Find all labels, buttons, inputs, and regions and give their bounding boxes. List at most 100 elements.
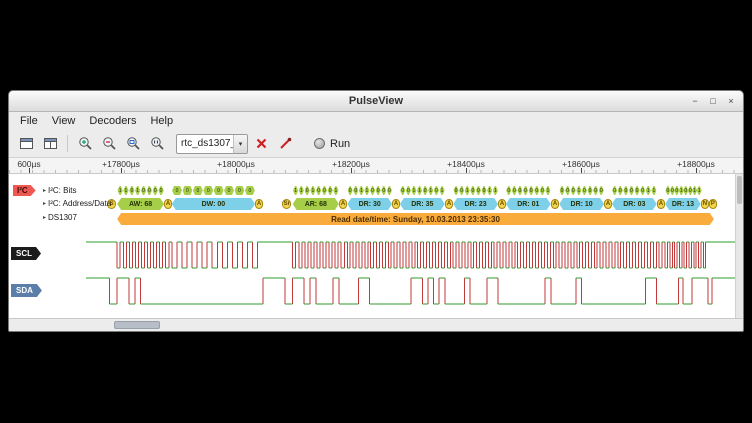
annotation-bit: 0 [560, 186, 565, 195]
close-file-icon [255, 137, 268, 150]
channel-tag-sda[interactable]: SDA [11, 284, 42, 297]
run-button[interactable]: Run [306, 133, 358, 155]
decoder-row-bits: 1101000000000000110100010011000000110101… [86, 186, 736, 195]
annotation-bit: 0 [529, 186, 534, 195]
trace-view[interactable]: 1101000000000000110100010011000000110101… [9, 174, 743, 318]
menu-view[interactable]: View [45, 114, 83, 128]
annotation-bit: 0 [582, 186, 587, 195]
annotation-bit: 0 [565, 186, 570, 195]
annotation-bit: 1 [118, 186, 123, 195]
annotation-bit: 1 [679, 186, 684, 195]
new-session-button[interactable] [15, 133, 37, 155]
annotation-bit: 0 [328, 186, 333, 195]
annotation-bit: 0 [235, 186, 245, 195]
run-label: Run [330, 138, 350, 150]
new-view-button[interactable] [39, 133, 61, 155]
decoder-row-label-address-data[interactable]: ▸ I²C: Address/Data [43, 199, 111, 208]
decoder-row-label-ds1307[interactable]: ▸ DS1307 [43, 213, 77, 222]
annotation-mark-sr: Sr [282, 199, 291, 209]
annotation-bit: 1 [428, 186, 433, 195]
annotation-data-byte: DR: 23 [453, 198, 498, 210]
annotation-bit: 1 [440, 186, 445, 195]
annotation-address-byte: AW: 68 [117, 198, 164, 210]
annotation-bit: 0 [376, 186, 381, 195]
annotation-bit: 0 [683, 186, 688, 195]
zoom-out-button[interactable] [98, 133, 120, 155]
annotation-bit: 0 [454, 186, 459, 195]
annotation-bit: 0 [158, 186, 163, 195]
vertical-scrollbar-thumb[interactable] [737, 176, 742, 204]
annotation-bit: 0 [635, 186, 640, 195]
annotation-bit: 0 [523, 186, 528, 195]
annotation-data-byte: DR: 10 [559, 198, 604, 210]
annotation-mark-n: N [701, 199, 709, 209]
vertical-scrollbar[interactable] [735, 174, 743, 318]
zoom-fit-icon [126, 136, 141, 151]
annotation-bit: 1 [651, 186, 656, 195]
ruler-tick [121, 168, 122, 173]
annotation-bit: 0 [193, 186, 203, 195]
annotation-bit: 0 [670, 186, 675, 195]
ruler-tick [581, 168, 582, 173]
expand-arrow-icon: ▸ [43, 200, 46, 207]
zoom-fit-button[interactable] [122, 133, 144, 155]
annotation-address-byte: AR: 68 [293, 198, 339, 210]
expand-arrow-icon: ▸ [43, 187, 46, 194]
decoder-tag-i2c[interactable]: I²C [13, 185, 36, 196]
annotation-bit: 0 [482, 186, 487, 195]
annotation-bit: 0 [423, 186, 428, 195]
annotation-data-byte: DW: 00 [172, 198, 255, 210]
decoder-row-label-bits[interactable]: ▸ I²C: Bits [43, 186, 76, 195]
annotation-bit: 0 [387, 186, 392, 195]
annotation-bit: 0 [129, 186, 134, 195]
annotation-bit: 1 [697, 186, 702, 195]
annotation-bit: 1 [487, 186, 492, 195]
annotation-mark-p: P [709, 199, 718, 209]
sda-waveform [86, 274, 736, 308]
annotation-bit: 1 [135, 186, 140, 195]
horizontal-scrollbar[interactable] [9, 318, 743, 331]
annotation-bit: 0 [571, 186, 576, 195]
annotation-data-byte: DR: 03 [612, 198, 657, 210]
annotation-mark-a: A [339, 199, 348, 209]
zoom-one-to-one-button[interactable] [146, 133, 168, 155]
annotation-bit: 0 [203, 186, 213, 195]
annotation-bit: 0 [459, 186, 464, 195]
channel-tag-scl[interactable]: SCL [11, 247, 41, 260]
annotation-mark-a: A [498, 199, 506, 209]
combo-value: rtc_ds1307_2… [177, 138, 233, 149]
window-buttons: − □ × [687, 91, 739, 111]
annotation-bit: 0 [381, 186, 386, 195]
annotation-bit: 0 [588, 186, 593, 195]
annotation-bit: 0 [476, 186, 481, 195]
chevron-down-icon: ▾ [233, 135, 247, 153]
menu-decoders[interactable]: Decoders [82, 114, 143, 128]
minimize-button[interactable]: − [687, 94, 703, 108]
ruler-tick [466, 168, 467, 173]
menu-help[interactable]: Help [143, 114, 180, 128]
titlebar[interactable]: PulseView − □ × [9, 91, 743, 112]
annotation-bit: 0 [172, 186, 182, 195]
ruler-tick [696, 168, 697, 173]
annotation-bit: 0 [153, 186, 158, 195]
plot-area: 1101000000000000110100010011000000110101… [86, 174, 736, 318]
annotation-data-byte: DR: 35 [400, 198, 445, 210]
probe-button[interactable] [274, 133, 296, 155]
menu-file[interactable]: File [13, 114, 45, 128]
annotation-bit: 0 [534, 186, 539, 195]
close-file-button[interactable] [250, 133, 272, 155]
zoom-in-button[interactable] [74, 133, 96, 155]
pulseview-window: PulseView − □ × File View Decoders Help [8, 90, 744, 332]
annotation-bit: 1 [123, 186, 128, 195]
annotation-bit: 1 [364, 186, 369, 195]
annotation-bit: 1 [299, 186, 304, 195]
close-button[interactable]: × [723, 94, 739, 108]
file-combobox[interactable]: rtc_ds1307_2… ▾ [176, 134, 248, 154]
toolbar: rtc_ds1307_2… ▾ Run [9, 130, 743, 158]
window-title: PulseView [9, 95, 743, 107]
annotation-mark-a: A [392, 199, 400, 209]
annotation-bit: 0 [406, 186, 411, 195]
scrollbar-thumb[interactable] [114, 321, 160, 329]
maximize-button[interactable]: □ [705, 94, 721, 108]
menubar: File View Decoders Help [9, 112, 743, 130]
